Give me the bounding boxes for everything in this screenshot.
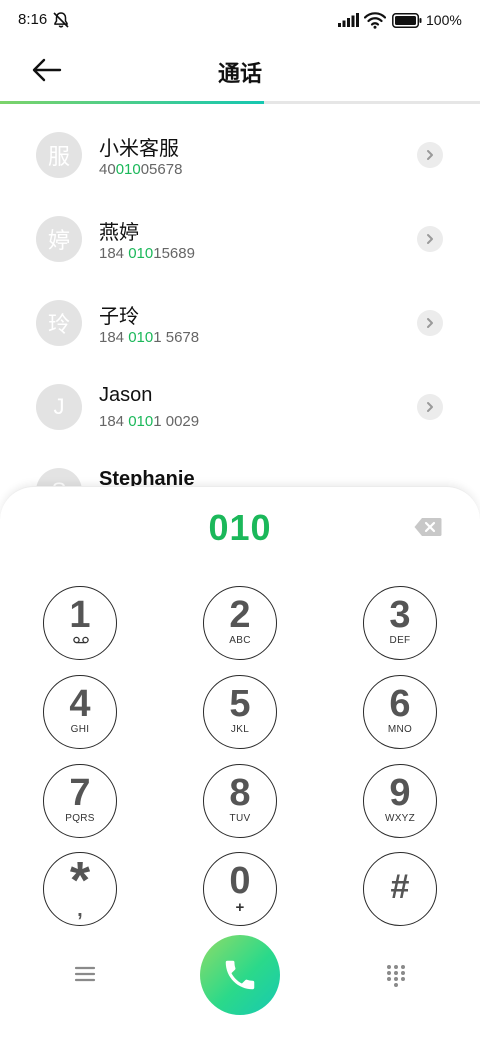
key-digit: 3 (389, 594, 411, 636)
contact-detail-button[interactable] (417, 394, 443, 420)
contact-detail-button[interactable] (417, 310, 443, 336)
page-title: 通话 (217, 61, 262, 86)
contact-row[interactable]: J Jason 184 0101 0029 (0, 364, 480, 448)
avatar: 婷 (36, 216, 82, 262)
avatar: 玲 (36, 300, 82, 346)
status-bar: 8:16 100% (0, 0, 480, 40)
signal-icon (338, 13, 359, 27)
contact-row[interactable]: 婷 燕婷 184 01015689 (0, 196, 480, 280)
battery-icon (392, 13, 422, 28)
number-part: 15689 (153, 245, 195, 262)
key-4[interactable]: 4 GHI (43, 675, 117, 749)
key-8[interactable]: 8 TUV (203, 764, 277, 838)
key-6[interactable]: 6 MNO (363, 675, 437, 749)
progress-fill (0, 101, 264, 104)
dialer-panel: 010 1 2 ABC 3 DEF 4 GHI 5 JKL 6 MNO 7 PQ… (0, 486, 480, 1040)
contact-number: 4001005678 (99, 161, 182, 178)
dialed-number: 010 (208, 507, 272, 548)
contact-row[interactable]: 玲 子玲 184 0101 5678 (0, 280, 480, 364)
progress-bar (0, 101, 480, 104)
key-letters: GHI (70, 724, 90, 735)
key-digit: # (390, 868, 410, 906)
number-match: 010 (128, 329, 154, 346)
call-button[interactable] (200, 935, 280, 1015)
key-digit: * (69, 852, 91, 910)
key-letters: MNO (387, 724, 413, 735)
number-part: 40 (99, 161, 116, 178)
key-digit: 5 (229, 683, 251, 725)
chevron-right-icon (427, 318, 433, 328)
contact-number: 184 0101 0029 (99, 413, 199, 430)
battery-percentage: 100% (426, 12, 462, 28)
chevron-right-icon (427, 234, 433, 244)
contact-name: Jason (99, 384, 153, 406)
key-5[interactable]: 5 JKL (203, 675, 277, 749)
menu-icon[interactable] (72, 963, 98, 985)
key-letters: WXYZ (384, 813, 416, 824)
chevron-right-icon (427, 402, 433, 412)
number-part: 1 0029 (153, 413, 200, 430)
key-letters: PQRS (65, 813, 95, 824)
key-3[interactable]: 3 DEF (363, 586, 437, 660)
contact-name: 燕婷 (99, 222, 139, 244)
number-part: 184 (99, 245, 129, 262)
number-match: 010 (115, 161, 141, 178)
key-digit: 1 (69, 594, 91, 636)
contact-name: 子玲 (99, 306, 139, 328)
key-letters: DEF (389, 635, 411, 646)
key-7[interactable]: 7 PQRS (43, 764, 117, 838)
key-digit: 6 (389, 683, 411, 725)
key-1[interactable]: 1 (43, 586, 117, 660)
contact-number: 184 01015689 (99, 245, 195, 262)
key-letters: + (235, 899, 245, 916)
number-match: 010 (128, 245, 154, 262)
number-part: 184 (99, 329, 129, 346)
contact-detail-button[interactable] (417, 226, 443, 252)
chevron-right-icon (427, 150, 433, 160)
key-digit: 0 (229, 860, 251, 902)
key-letters: ABC (229, 635, 251, 646)
bell-muted-icon (53, 12, 69, 28)
key-star[interactable]: * , (43, 852, 117, 926)
avatar: 服 (36, 132, 82, 178)
key-digit: 9 (389, 772, 411, 814)
phone-icon (225, 960, 255, 990)
number-part: 05678 (140, 161, 183, 178)
avatar: J (36, 384, 82, 430)
contact-row[interactable]: 服 小米客服 4001005678 (0, 112, 480, 196)
number-part: 1 5678 (153, 329, 200, 346)
backspace-icon[interactable] (414, 517, 442, 537)
key-letters: TUV (229, 813, 251, 824)
status-time: 8:16 (18, 11, 48, 28)
key-hash[interactable]: # (363, 852, 437, 926)
key-2[interactable]: 2 ABC (203, 586, 277, 660)
key-digit: 2 (229, 594, 251, 636)
number-match: 010 (128, 413, 154, 430)
key-digit: 8 (229, 772, 251, 814)
key-0[interactable]: 0 + (203, 852, 277, 926)
contact-detail-button[interactable] (417, 142, 443, 168)
wifi-icon (364, 12, 386, 29)
key-9[interactable]: 9 WXYZ (363, 764, 437, 838)
voicemail-icon (73, 636, 89, 644)
key-letters: JKL (230, 724, 250, 735)
number-part: 184 (99, 413, 129, 430)
key-digit: 7 (69, 772, 91, 814)
key-digit: 4 (69, 683, 91, 725)
keypad-icon[interactable] (384, 963, 408, 987)
contact-name: 小米客服 (99, 138, 179, 160)
contact-number: 184 0101 5678 (99, 329, 199, 346)
key-letters: , (77, 899, 83, 921)
